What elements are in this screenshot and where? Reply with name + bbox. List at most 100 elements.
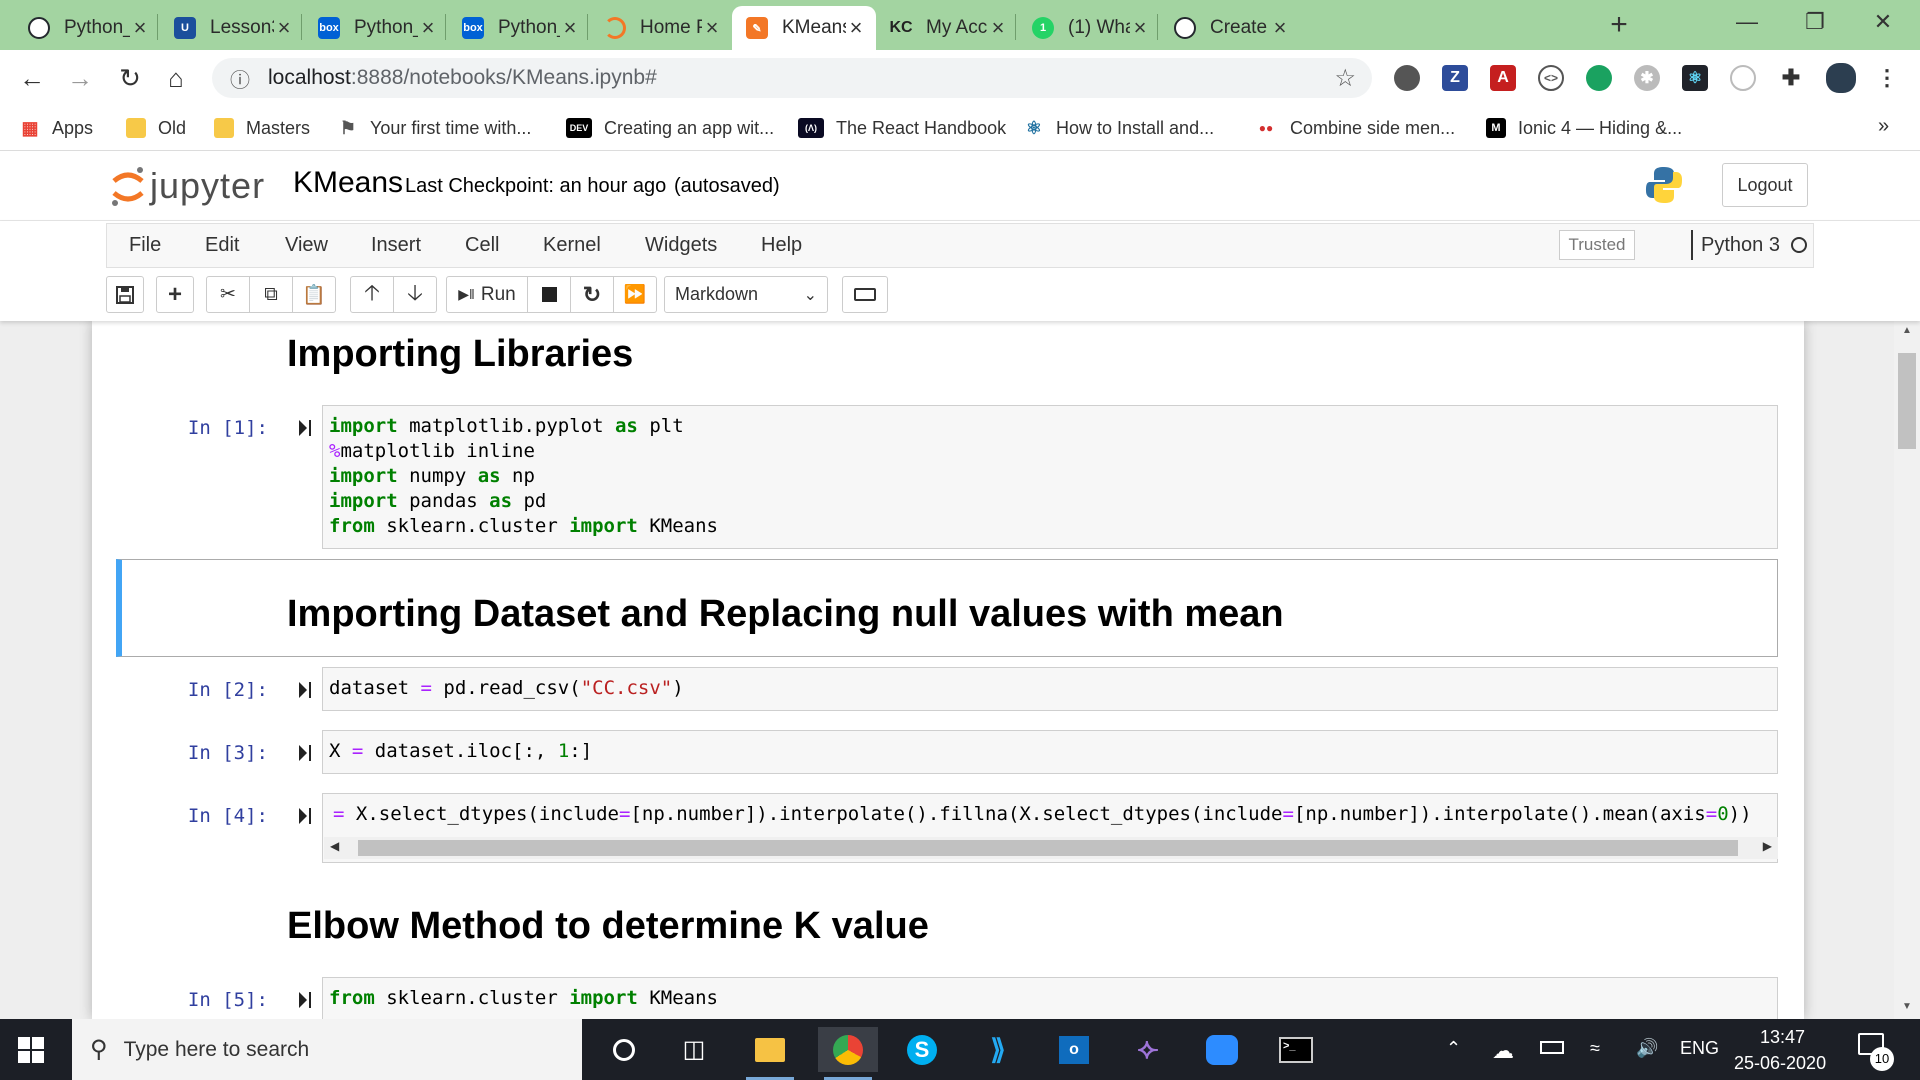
bookmark-item[interactable]: ⚑ Your first time with...	[338, 114, 531, 142]
task-view-icon[interactable]: ◫	[664, 1027, 724, 1072]
bookmarks-more-button[interactable]: »	[1878, 115, 1889, 138]
bookmark-star-icon[interactable]: ☆	[1334, 64, 1356, 93]
menu-file[interactable]: File	[129, 234, 161, 257]
jupyter-logo[interactable]: jupyter	[110, 161, 290, 211]
run-cell-icon[interactable]	[298, 991, 312, 1009]
back-button[interactable]: ←	[14, 60, 50, 96]
start-button[interactable]	[18, 1037, 46, 1065]
zoom-icon[interactable]	[1192, 1027, 1252, 1072]
browser-tab[interactable]: box Python_Le×	[304, 6, 448, 50]
menu-cell[interactable]: Cell	[465, 234, 499, 257]
code-cell-3[interactable]: X = dataset.iloc[:, 1:]	[322, 730, 1778, 774]
markdown-heading-importing-libraries[interactable]: Importing Libraries	[287, 333, 633, 376]
code-cell-5[interactable]: from sklearn.cluster import KMeans	[322, 977, 1778, 1019]
menu-kernel[interactable]: Kernel	[543, 234, 601, 257]
bookmark-item[interactable]: Masters	[214, 114, 310, 142]
tab-close-icon[interactable]: ×	[1270, 15, 1290, 41]
scroll-down-icon[interactable]: ▼	[1902, 1001, 1912, 1012]
extension-circle-icon[interactable]	[1394, 65, 1420, 91]
move-up-button[interactable]: 🡡	[350, 276, 394, 313]
tab-close-icon[interactable]: ×	[274, 15, 294, 41]
trusted-indicator[interactable]: Trusted	[1559, 230, 1635, 260]
gear-extension-icon[interactable]: ✱	[1634, 65, 1660, 91]
tab-close-icon[interactable]: ×	[130, 15, 150, 41]
cortana-icon[interactable]	[594, 1027, 654, 1072]
circle-outline-extension-icon[interactable]	[1730, 65, 1756, 91]
show-hidden-icons-icon[interactable]: ⌃	[1446, 1038, 1461, 1059]
vscode-icon[interactable]: ⟫	[968, 1027, 1028, 1072]
volume-icon[interactable]: 🔊	[1636, 1038, 1658, 1059]
tab-close-icon[interactable]: ×	[846, 15, 866, 41]
visual-studio-icon[interactable]: ⟣	[1118, 1027, 1178, 1072]
menu-view[interactable]: View	[285, 234, 328, 257]
browser-tab[interactable]: box Python_Le×	[448, 6, 590, 50]
move-down-button[interactable]: 🡣	[393, 276, 437, 313]
terminal-icon[interactable]: >_	[1266, 1027, 1326, 1072]
tab-close-icon[interactable]: ×	[988, 15, 1008, 41]
minimize-button[interactable]: —	[1718, 0, 1776, 44]
close-window-button[interactable]: ✕	[1854, 0, 1912, 44]
restart-run-all-button[interactable]: ⏩	[613, 276, 657, 313]
browser-tab[interactable]: ● Python_ar×	[14, 6, 160, 50]
chrome-icon[interactable]	[818, 1027, 878, 1080]
copy-button[interactable]: ⧉	[249, 276, 293, 313]
tab-close-icon[interactable]: ×	[418, 15, 438, 41]
bookmark-item[interactable]: ▦ Apps	[20, 114, 93, 142]
browser-menu-icon[interactable]: ⋮	[1874, 65, 1900, 91]
restore-button[interactable]: ❐	[1786, 0, 1844, 44]
code-extension-icon[interactable]: <>	[1538, 65, 1564, 91]
interrupt-button[interactable]	[527, 276, 571, 313]
bookmark-item[interactable]: ⚛ How to Install and...	[1024, 114, 1214, 142]
bookmark-item[interactable]: M Ionic 4 — Hiding &...	[1486, 114, 1682, 142]
run-cell-icon[interactable]	[298, 744, 312, 762]
menu-widgets[interactable]: Widgets	[645, 234, 717, 257]
address-bar[interactable]: ⓘ localhost:8888/notebooks/KMeans.ipynb#…	[212, 58, 1372, 98]
reload-button[interactable]: ↻	[112, 60, 148, 96]
site-info-icon[interactable]: ⓘ	[220, 64, 260, 93]
onedrive-icon[interactable]: ☁	[1492, 1038, 1514, 1064]
markdown-heading-importing-dataset[interactable]: Importing Dataset and Replacing null val…	[287, 593, 1284, 636]
menu-help[interactable]: Help	[761, 234, 802, 257]
browser-tab[interactable]: Home Pag×	[590, 6, 732, 50]
zotero-icon[interactable]: Z	[1442, 65, 1468, 91]
forward-button[interactable]: →	[62, 60, 98, 96]
taskbar-search[interactable]: ⚲ Type here to search	[72, 1019, 582, 1080]
react-devtools-icon[interactable]: ⚛	[1682, 65, 1708, 91]
bookmark-item[interactable]: Old	[126, 114, 186, 142]
code-cell-2[interactable]: dataset = pd.read_csv("CC.csv")	[322, 667, 1778, 711]
file-explorer-icon[interactable]	[740, 1027, 800, 1080]
horizontal-scroll-thumb[interactable]	[358, 840, 1738, 856]
tab-close-icon[interactable]: ×	[560, 15, 580, 41]
action-center-icon[interactable]: 10	[1858, 1033, 1894, 1071]
browser-tab[interactable]: ● Create Ne×	[1160, 6, 1300, 50]
cut-button[interactable]: ✂	[206, 276, 250, 313]
scroll-right-icon[interactable]: ▶	[1763, 839, 1772, 853]
notebook-name[interactable]: KMeans	[293, 166, 403, 200]
vertical-scroll-thumb[interactable]	[1898, 353, 1916, 449]
profile-avatar[interactable]	[1826, 63, 1856, 93]
wifi-icon[interactable]: ≈	[1590, 1038, 1600, 1059]
bookmark-item[interactable]: DEV Creating an app wit...	[566, 114, 774, 142]
battery-icon[interactable]	[1540, 1038, 1564, 1059]
restart-button[interactable]: ↻	[570, 276, 614, 313]
cell-type-select[interactable]: Markdown ⌄	[664, 276, 828, 313]
scroll-up-icon[interactable]: ▲	[1902, 325, 1912, 336]
browser-tab[interactable]: ✎ KMeans -×	[732, 6, 876, 50]
browser-tab[interactable]: KC My Accou×	[876, 6, 1018, 50]
clock-time[interactable]: 13:47	[1760, 1027, 1805, 1048]
menu-insert[interactable]: Insert	[371, 234, 421, 257]
logout-button[interactable]: Logout	[1722, 163, 1808, 207]
insert-cell-button[interactable]: +	[156, 276, 194, 313]
horizontal-scrollbar[interactable]: ◀ ▶	[324, 837, 1778, 859]
new-tab-button[interactable]: +	[1604, 6, 1634, 44]
tab-close-icon[interactable]: ×	[1130, 15, 1150, 41]
adobe-acrobat-icon[interactable]: A	[1490, 65, 1516, 91]
browser-tab[interactable]: U Lesson3.2×	[160, 6, 304, 50]
menu-edit[interactable]: Edit	[205, 234, 239, 257]
code-cell-1[interactable]: import matplotlib.pyplot as plt %matplotl…	[322, 405, 1778, 549]
save-button[interactable]	[106, 276, 144, 313]
outlook-icon[interactable]: o	[1044, 1027, 1104, 1072]
bookmark-item[interactable]: (Λ) The React Handbook	[798, 114, 1006, 142]
bookmark-item[interactable]: ●● Combine side men...	[1254, 114, 1455, 142]
home-button[interactable]: ⌂	[158, 60, 194, 96]
